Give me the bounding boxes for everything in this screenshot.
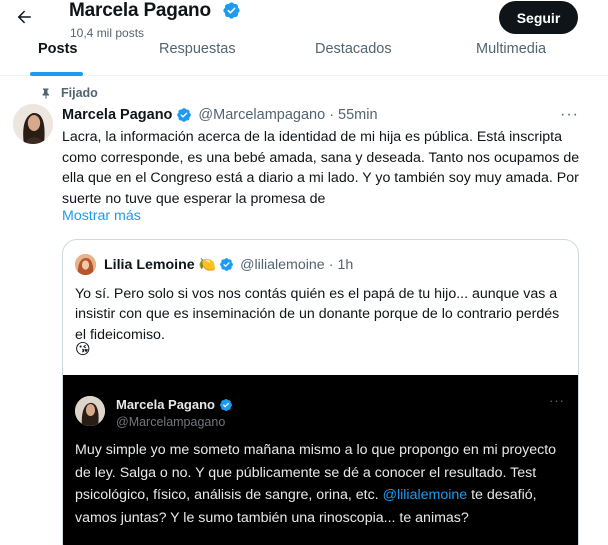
mention-link: @lilialemoine: [382, 487, 468, 503]
quote-time: 1h: [337, 256, 354, 273]
tweet-handle[interactable]: @Marcelampagano: [198, 107, 325, 123]
back-arrow-icon: [17, 10, 31, 24]
embedded-text: Muy simple yo me someto mañana mismo a l…: [75, 439, 570, 529]
verified-badge-icon: [223, 2, 240, 19]
tweet-author-name[interactable]: Marcela Pagano: [62, 107, 172, 123]
pinned-label: Fijado: [61, 86, 98, 100]
separator-dot: ·: [329, 107, 335, 123]
avatar: [75, 396, 105, 426]
more-icon[interactable]: ···: [560, 106, 579, 124]
show-more-link[interactable]: Mostrar más: [62, 208, 141, 224]
more-icon: ···: [549, 393, 565, 408]
quote-text: Yo sí. Pero solo si vos nos contás quién…: [75, 286, 560, 343]
separator-dot: ·: [328, 256, 334, 273]
quote-header: Lilia Lemoine 🍋 @lilialemoine · 1h: [104, 256, 353, 273]
pinned-indicator: Fijado: [40, 86, 98, 100]
profile-name: Marcela Pagano: [69, 0, 211, 21]
tweet-header: Marcela Pagano @Marcelampagano · 55min: [62, 107, 378, 123]
tweet-time[interactable]: 55min: [338, 107, 378, 123]
avatar: [75, 254, 96, 275]
tweet-text: Lacra, la información acerca de la ident…: [62, 129, 580, 207]
tab-destacados[interactable]: Destacados: [315, 41, 392, 57]
profile-header: Marcela Pagano 10,4 mil posts Seguir: [0, 0, 608, 40]
verified-badge-icon: [220, 398, 232, 411]
tab-posts[interactable]: Posts: [38, 41, 78, 57]
kiss-emoji: 😘: [75, 341, 91, 358]
follow-button[interactable]: Seguir: [499, 1, 578, 34]
quote-author-name: Lilia Lemoine: [104, 256, 195, 273]
embedded-screenshot: Marcela Pagano @Marcelampagano ··· Muy s…: [63, 375, 578, 545]
lemon-emoji: 🍋: [198, 256, 217, 272]
pin-icon: [42, 88, 49, 99]
avatar[interactable]: [13, 104, 53, 144]
tab-respuestas[interactable]: Respuestas: [159, 41, 236, 57]
active-tab-indicator: [30, 72, 83, 76]
quoted-tweet[interactable]: Lilia Lemoine 🍋 @lilialemoine · 1h Yo sí…: [62, 239, 579, 545]
profile-tabs: Posts Respuestas Destacados Multimedia: [0, 36, 608, 76]
embedded-handle: @Marcelampagano: [116, 415, 226, 429]
verified-badge-icon: [177, 108, 192, 122]
tab-multimedia[interactable]: Multimedia: [476, 41, 546, 57]
embedded-author-name: Marcela Pagano: [116, 397, 215, 412]
quote-handle: @lilialemoine: [240, 256, 325, 273]
embedded-author: Marcela Pagano: [116, 397, 233, 412]
back-button[interactable]: [12, 5, 36, 29]
verified-badge-icon: [220, 258, 234, 271]
